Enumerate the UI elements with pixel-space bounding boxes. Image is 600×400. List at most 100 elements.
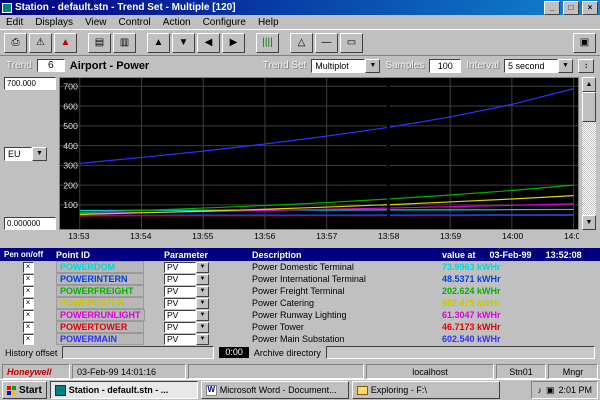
archive-directory-field[interactable] xyxy=(326,346,595,359)
trend-number-field[interactable]: 6 xyxy=(37,59,65,72)
col-pen-on-off: Pen on/off xyxy=(0,250,56,259)
svg-text:500: 500 xyxy=(63,121,78,131)
chevron-down-icon[interactable]: ▼ xyxy=(365,59,380,73)
chevron-down-icon[interactable]: ▼ xyxy=(196,262,209,273)
taskbar: Start Station - default.stn - ...WMicros… xyxy=(0,379,600,400)
page-up-button[interactable]: ▲ xyxy=(147,33,170,53)
parameter-select[interactable]: PV ▼ xyxy=(164,310,209,321)
menu-edit[interactable]: Edit xyxy=(6,17,23,28)
parameter-select[interactable]: PV ▼ xyxy=(164,322,209,333)
interval-select[interactable]: 5 second ▼ xyxy=(504,59,573,73)
scrollbar-track[interactable] xyxy=(582,92,596,215)
marker-line-button[interactable]: — xyxy=(315,33,338,53)
pen-on-off-checkbox[interactable]: × xyxy=(23,310,34,321)
status-host: localhost xyxy=(366,364,494,379)
svg-text:600: 600 xyxy=(63,101,78,111)
parameter-select[interactable]: PV ▼ xyxy=(164,274,209,285)
interval-value: 5 second xyxy=(504,59,558,73)
parameter-select[interactable]: PV ▼ xyxy=(164,286,209,297)
prev-display-button[interactable]: ◀ xyxy=(197,33,220,53)
pen-row: × POWERINTERN PV ▼ Power International T… xyxy=(0,273,600,285)
pen-row: × POWERFREIGHT PV ▼ Power Freight Termin… xyxy=(0,285,600,297)
status-datetime: 03-Feb-99 14:01:16 xyxy=(72,364,186,379)
menu-view[interactable]: View xyxy=(85,17,107,28)
plot-column: 100200300400500600700 13:5313:5413:5513:… xyxy=(59,77,579,243)
marker-box-button[interactable]: ▭ xyxy=(340,33,363,53)
chevron-down-icon[interactable]: ▼ xyxy=(196,286,209,297)
trend-set-select[interactable]: Multiplot ▼ xyxy=(311,59,380,73)
maximize-button[interactable]: □ xyxy=(563,1,579,15)
col-parameter: Parameter xyxy=(164,250,252,260)
alarm-bell-button[interactable]: ⚠ xyxy=(29,33,52,53)
task-button-explorer[interactable]: Exploring - F:\ xyxy=(352,381,500,399)
page-down-button[interactable]: ▼ xyxy=(172,33,195,53)
chevron-down-icon[interactable]: ▼ xyxy=(558,59,573,73)
eu-select[interactable]: EU ▼ xyxy=(4,147,56,161)
parameter-select[interactable]: PV ▼ xyxy=(164,262,209,273)
point-value: 73.9963 kWHr xyxy=(442,261,600,273)
menu-help[interactable]: Help xyxy=(258,17,279,28)
message-summary-button[interactable]: ▤ xyxy=(88,33,111,53)
point-description: Power Catering xyxy=(252,297,442,309)
pen-on-off-checkbox[interactable]: × xyxy=(23,322,34,333)
minimize-button[interactable]: _ xyxy=(544,1,560,15)
display-icon[interactable]: ▣ xyxy=(546,385,555,396)
next-display-button[interactable]: ▶ xyxy=(222,33,245,53)
pen-on-off-checkbox[interactable]: × xyxy=(23,262,34,273)
parameter-select[interactable]: PV ▼ xyxy=(164,298,209,309)
scroll-up-icon[interactable]: ▲ xyxy=(582,77,596,92)
trend-colors-button[interactable]: |||| xyxy=(256,33,279,53)
chevron-down-icon[interactable]: ▼ xyxy=(32,147,47,161)
pen-on-off-checkbox[interactable]: × xyxy=(23,298,34,309)
point-value: 61.3047 kWHr xyxy=(442,309,600,321)
trend-label: Trend xyxy=(6,60,32,71)
chevron-down-icon[interactable]: ▼ xyxy=(196,322,209,333)
pen-on-off-checkbox[interactable]: × xyxy=(23,286,34,297)
start-button[interactable]: Start xyxy=(2,381,47,399)
menu-configure[interactable]: Configure xyxy=(203,17,246,28)
interval-label: Interval xyxy=(466,60,499,71)
close-button[interactable]: × xyxy=(582,1,598,15)
trend-plot[interactable]: 100200300400500600700 xyxy=(59,77,579,230)
samples-field[interactable]: 100 xyxy=(429,59,461,73)
alarm-ack-button[interactable]: ▲ xyxy=(54,33,77,53)
scrollbar-thumb[interactable] xyxy=(582,92,596,122)
pen-row: × POWERCATER PV ▼ Power Catering 602.475… xyxy=(0,297,600,309)
system-status-button[interactable]: ▥ xyxy=(113,33,136,53)
pen-on-off-checkbox[interactable]: × xyxy=(23,334,34,345)
time-tick-label: 13:59 xyxy=(440,231,461,241)
chevron-down-icon[interactable]: ▼ xyxy=(196,274,209,285)
pen-row: × POWERDOM PV ▼ Power Domestic Terminal … xyxy=(0,261,600,273)
parameter-value: PV xyxy=(164,334,196,345)
volume-icon[interactable]: ♪ xyxy=(537,385,542,395)
task-button-station[interactable]: Station - default.stn - ... xyxy=(50,381,198,399)
svg-text:200: 200 xyxy=(63,180,78,190)
samples-label: Samples xyxy=(385,60,424,71)
col-point-id: Point ID xyxy=(56,250,164,260)
chevron-down-icon[interactable]: ▼ xyxy=(196,334,209,345)
menu-displays[interactable]: Displays xyxy=(35,17,73,28)
parameter-select[interactable]: PV ▼ xyxy=(164,334,209,345)
toolbar-separator xyxy=(138,34,145,52)
scroll-down-icon[interactable]: ▼ xyxy=(582,215,596,230)
new-window-button[interactable]: ▣ xyxy=(573,33,596,53)
task-button-word[interactable]: WMicrosoft Word - Document... xyxy=(201,381,349,399)
print-button[interactable]: ⎙ xyxy=(4,33,27,53)
menu-control[interactable]: Control xyxy=(119,17,151,28)
marker-up-button[interactable]: △ xyxy=(290,33,313,53)
task-label: Microsoft Word - Document... xyxy=(220,385,337,395)
chevron-down-icon[interactable]: ▼ xyxy=(196,298,209,309)
y-axis-min-field[interactable]: 0.000000 xyxy=(4,217,56,230)
toolbar-separator xyxy=(247,34,254,52)
point-description: Power Tower xyxy=(252,321,442,333)
taskbar-clock: 2:01 PM xyxy=(558,385,592,395)
history-offset-field[interactable] xyxy=(62,346,214,359)
trend-options-button[interactable]: ↕ xyxy=(578,59,594,73)
y-axis-max-field[interactable]: 700.000 xyxy=(4,77,56,90)
menu-action[interactable]: Action xyxy=(163,17,191,28)
chevron-down-icon[interactable]: ▼ xyxy=(196,310,209,321)
pen-row: × POWERRUNLIGHT PV ▼ Power Runway Lighti… xyxy=(0,309,600,321)
chart-scrollbar[interactable]: ▲ ▼ xyxy=(582,77,596,230)
trend-plot-canvas[interactable]: 100200300400500600700 xyxy=(60,78,578,229)
pen-on-off-checkbox[interactable]: × xyxy=(23,274,34,285)
